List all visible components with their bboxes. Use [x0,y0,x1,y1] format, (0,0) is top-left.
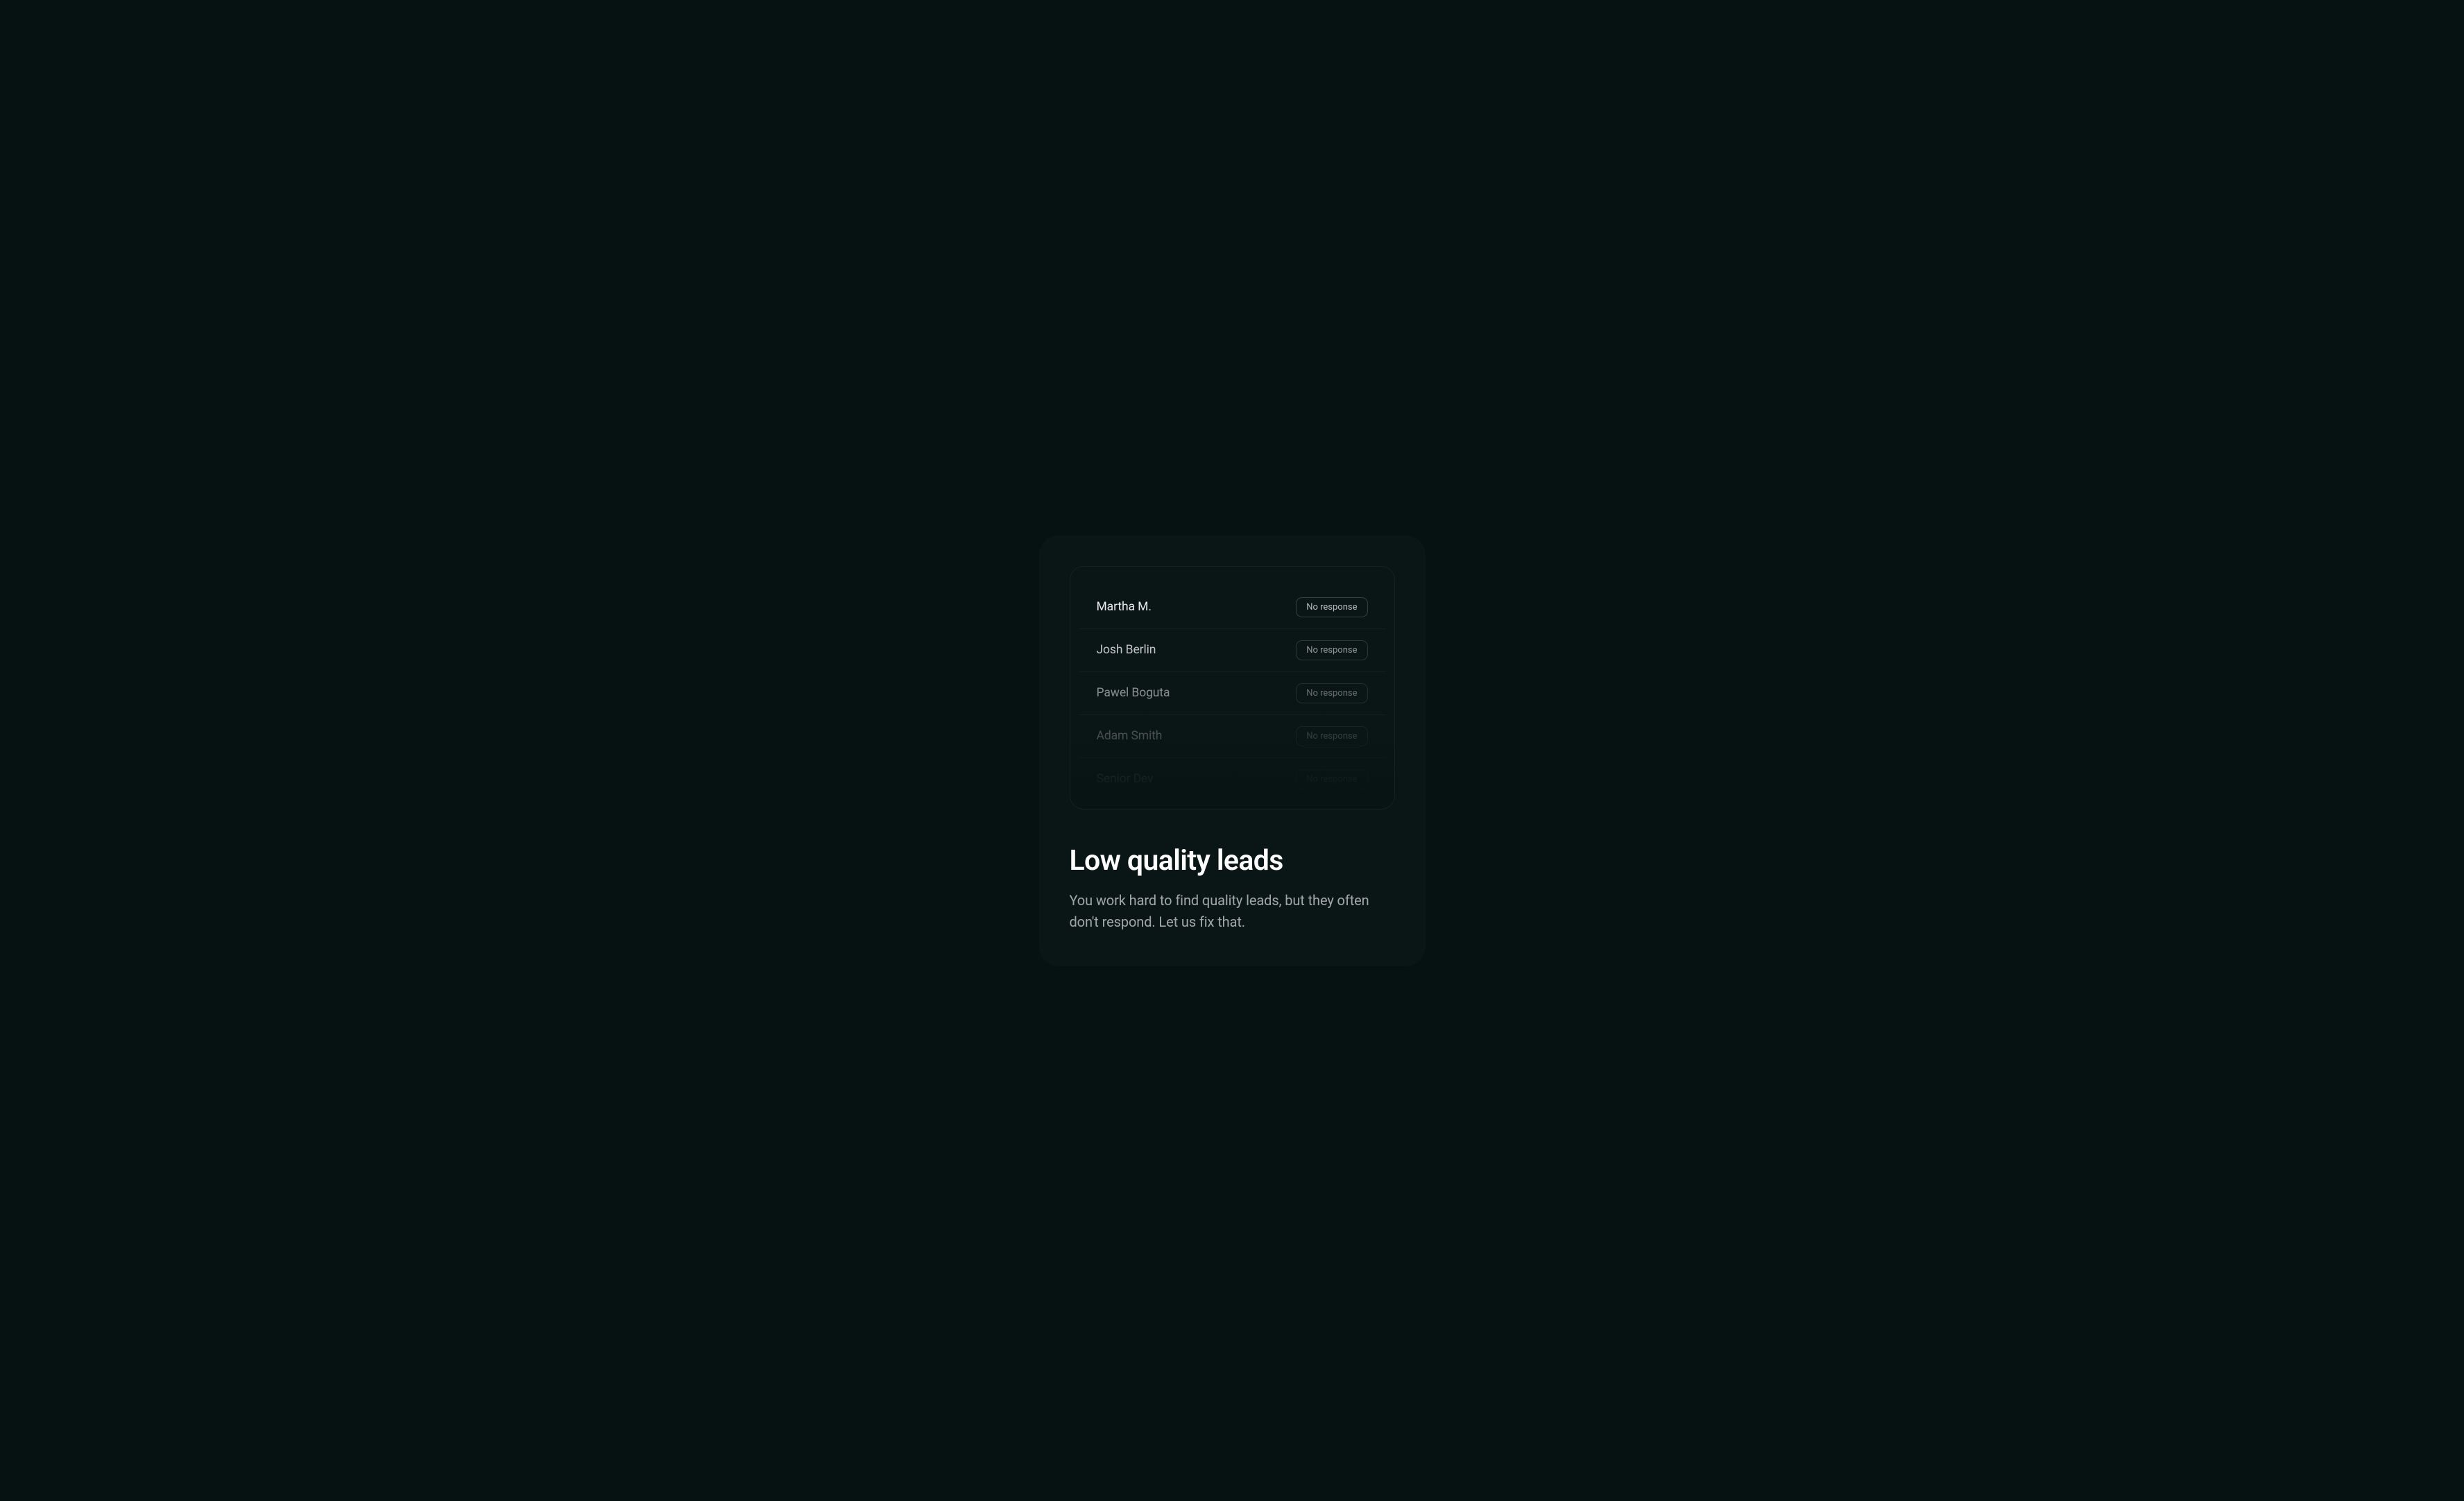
lead-status-pill: No response [1296,640,1367,660]
card-subtext: You work hard to find quality leads, but… [1070,890,1389,933]
lead-name: Senior Dev [1097,772,1154,786]
lead-status-pill: No response [1296,683,1367,703]
lead-name: Martha M. [1097,600,1152,614]
lead-row: Pawel Boguta No response [1079,672,1386,715]
lead-status-pill: No response [1296,769,1367,789]
lead-status-pill: No response [1296,726,1367,746]
lead-row: Senior Dev No response [1079,758,1386,800]
feature-card: Martha M. No response Josh Berlin No res… [1039,535,1426,966]
lead-row: Martha M. No response [1079,586,1386,629]
lead-status-pill: No response [1296,597,1367,617]
lead-name: Josh Berlin [1097,643,1156,657]
lead-name: Pawel Boguta [1097,686,1170,700]
leads-panel: Martha M. No response Josh Berlin No res… [1070,566,1395,809]
lead-row: Josh Berlin No response [1079,629,1386,672]
lead-row: Adam Smith No response [1079,715,1386,758]
lead-name: Adam Smith [1097,729,1163,743]
card-heading: Low quality leads [1070,844,1395,877]
